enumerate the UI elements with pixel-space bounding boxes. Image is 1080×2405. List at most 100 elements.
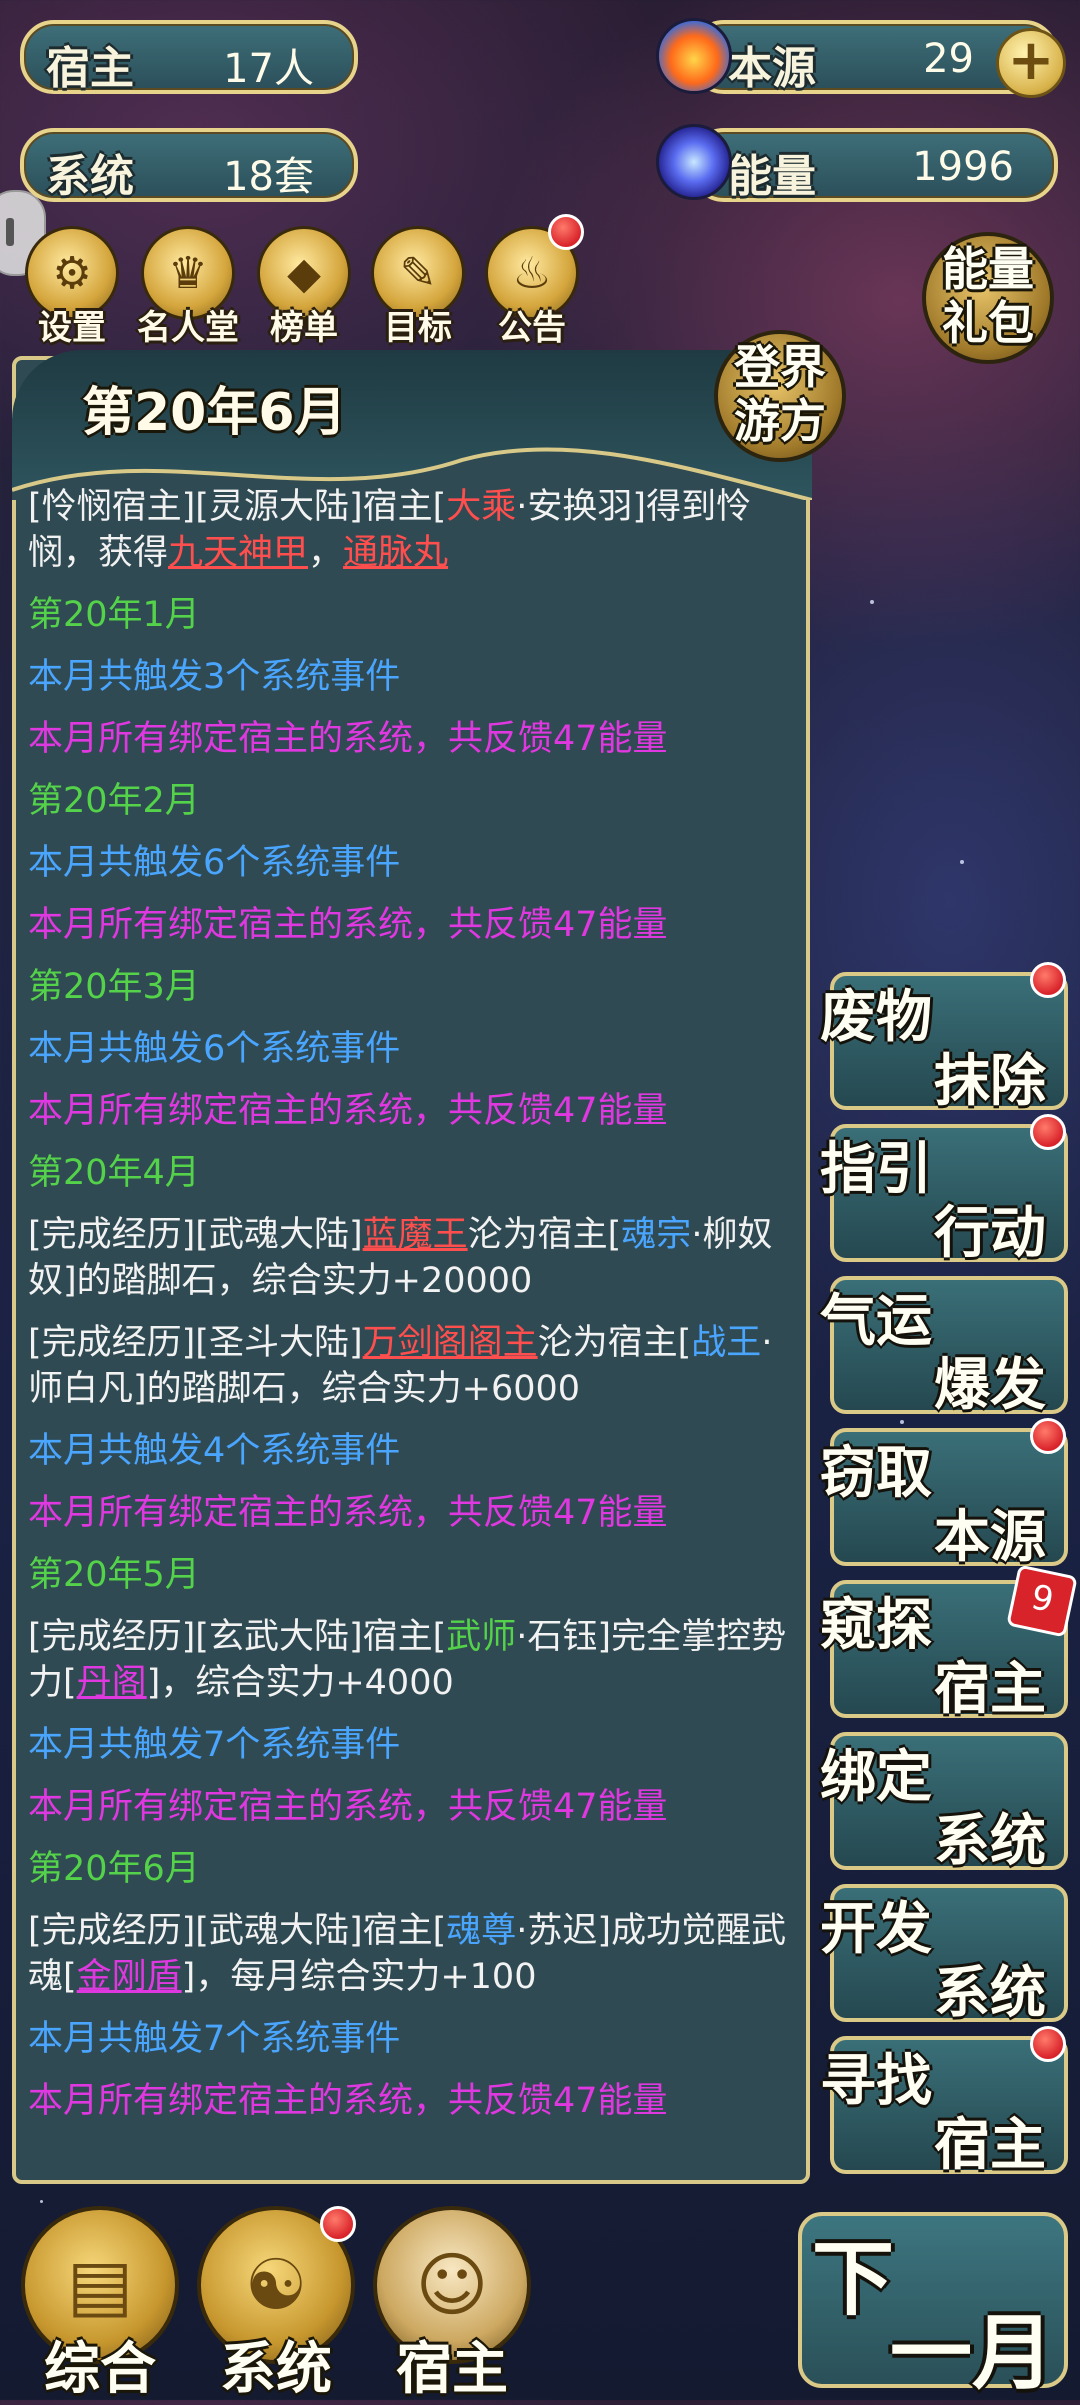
system-label: 系统 [46,151,134,202]
energy-pack-label: 能量礼包 [942,242,1034,350]
log-event-line: [完成经历][玄武大陆]宿主[武师·石钰]完全掌控势力[丹阁]，综合实力+400… [28,1614,788,1706]
log-text-segment: 武师 [446,1617,517,1657]
log-feedback-line: 本月所有绑定宿主的系统，共反馈47能量 [28,1787,668,1827]
log-link[interactable]: 蓝魔王 [363,1215,468,1255]
log-feedback-line: 本月所有绑定宿主的系统，共反馈47能量 [28,719,668,759]
log-link[interactable]: 九天神甲 [168,533,308,573]
action-button[interactable]: 气运 爆发 [820,1276,1068,1418]
action-title-bottom: 爆发 [934,1353,1046,1418]
log-text-segment: [完成经历][武魂大陆]宿主[ [28,1911,447,1951]
notification-dot [1030,1418,1066,1454]
count-badge: 9 [1006,1564,1078,1638]
origin-value: 29 [923,36,974,82]
settings-label: 设置 [38,308,106,348]
hall-of-fame-button[interactable]: ♛ 名人堂 [137,226,239,348]
log-month-line: 第20年3月 [28,967,200,1007]
notification-dot [1030,962,1066,998]
action-title-bottom: 系统 [934,1809,1046,1874]
next-month-button[interactable]: 下 一月 [798,2212,1068,2401]
tab-general-label: 综合 [44,2337,156,2402]
log-event-line: [怜悯宿主][灵源大陆]宿主[大乘·安换羽]得到怜悯，获得九天神甲，通脉丸 [28,484,788,576]
energy-value: 1996 [912,144,1014,190]
log-month-line: 第20年2月 [28,781,200,821]
hall-of-fame-label: 名人堂 [137,308,239,348]
log-text-segment: 魂尊 [446,1911,517,1951]
action-button[interactable]: 废物 抹除 [820,962,1068,1114]
travel-button[interactable]: 登界游方 [714,330,846,462]
settings-button[interactable]: ⚙ 设置 [22,226,122,348]
tab-host-label: 宿主 [396,2337,508,2402]
announcement-button[interactable]: ♨ 公告 [482,214,584,348]
log-feedback-line: 本月所有绑定宿主的系统，共反馈47能量 [28,1091,668,1131]
action-title-top: 开发 [820,1897,932,1962]
log-text-segment: 战王 [691,1323,762,1363]
goals-button[interactable]: ✎ 目标 [368,226,468,348]
log-feedback-line: 本月所有绑定宿主的系统，共反馈47能量 [28,2081,668,2121]
goals-label: 目标 [384,308,452,348]
log-feedback-line: 本月所有绑定宿主的系统，共反馈47能量 [28,1493,668,1533]
notification-dot [1030,2026,1066,2062]
notification-dot [1030,1114,1066,1150]
action-title-top: 绑定 [820,1745,932,1810]
action-title-top: 窃取 [820,1441,932,1506]
action-button[interactable]: 寻找 宿主 [820,2026,1068,2178]
ranking-label: 榜单 [270,308,338,348]
system-count: 18套 [223,154,314,200]
action-title-bottom: 本源 [934,1505,1046,1570]
log-text-segment: 沦为宿主[ [537,1323,692,1363]
log-month-line: 第20年1月 [28,595,200,635]
host-count-bar[interactable]: 宿主 17人 [20,20,358,94]
tab-system[interactable]: ☯ 系统 [196,2206,356,2402]
tab-host[interactable]: ☺ 宿主 [372,2206,532,2402]
log-text-segment: [完成经历][武魂大陆] [28,1215,363,1255]
log-link[interactable]: 通脉丸 [343,533,448,573]
action-button[interactable]: 窃取 本源 [820,1418,1068,1570]
energy-bar[interactable]: 能量 1996 [690,128,1058,202]
energy-label: 能量 [728,151,816,202]
add-origin-button[interactable]: + [996,28,1066,98]
notification-dot [548,214,584,250]
energy-pack-button[interactable]: 能量礼包 [922,232,1054,364]
next-month-label-2: 一月 [889,2306,1054,2401]
system-count-bar[interactable]: 系统 18套 [20,128,358,202]
announcement-label: 公告 [498,308,566,348]
log-trigger-line: 本月共触发7个系统事件 [28,1725,401,1765]
action-button[interactable]: 绑定 系统 [820,1732,1068,1874]
travel-label: 登界游方 [734,340,826,448]
log-month-line: 第20年6月 [28,1849,200,1889]
action-button[interactable]: 指引 行动 [820,1114,1068,1266]
log-event-line: [完成经历][圣斗大陆]万剑阁阁主沦为宿主[战王·师白凡]的踏脚石，综合实力+6… [28,1320,788,1412]
ranking-button[interactable]: ◆ 榜单 [254,226,354,348]
log-trigger-line: 本月共触发4个系统事件 [28,1431,401,1471]
log-link[interactable]: 万剑阁阁主 [363,1323,538,1363]
flame-orb-icon [656,18,732,94]
action-button[interactable]: 窥探 宿主 9 [820,1564,1078,1722]
log-text-segment: 沦为宿主[ [467,1215,622,1255]
current-date: 第20年6月 [82,383,347,443]
log-trigger-line: 本月共触发6个系统事件 [28,843,401,883]
log-event-line: [完成经历][武魂大陆]蓝魔王沦为宿主[魂宗·柳奴奴]的踏脚石，综合实力+200… [28,1212,788,1304]
action-title-bottom: 行动 [934,1201,1046,1266]
log-text-segment: [完成经历][玄武大陆]宿主[ [28,1617,447,1657]
log-link[interactable]: 丹阁 [77,1663,147,1703]
action-title-top: 窥探 [820,1593,932,1658]
action-title-bottom: 抹除 [934,1049,1046,1114]
log-trigger-line: 本月共触发7个系统事件 [28,2019,401,2059]
log-text-segment: [完成经历][圣斗大陆] [28,1323,363,1363]
log-link[interactable]: 金刚盾 [77,1957,182,1997]
next-month-label-1: 下 [812,2232,895,2327]
tab-general[interactable]: ▤ 综合 [20,2206,180,2402]
tab-system-label: 系统 [220,2337,332,2402]
action-title-bottom: 宿主 [934,1657,1046,1722]
host-label: 宿主 [46,43,134,94]
event-log[interactable]: [怜悯宿主][灵源大陆]宿主[大乘·安换羽]得到怜悯，获得九天神甲，通脉丸第20… [28,484,788,2164]
action-title-top: 寻找 [820,2049,932,2114]
action-button[interactable]: 开发 系统 [820,1884,1068,2026]
log-month-line: 第20年5月 [28,1555,200,1595]
notification-dot [320,2206,356,2242]
action-title-bottom: 系统 [934,1961,1046,2026]
log-text-segment: 大乘 [446,487,517,527]
log-text-segment: ]，每月综合实力+100 [181,1957,537,1997]
log-text-segment: ， [308,533,344,573]
log-text-segment: [怜悯宿主][灵源大陆]宿主[ [28,487,447,527]
